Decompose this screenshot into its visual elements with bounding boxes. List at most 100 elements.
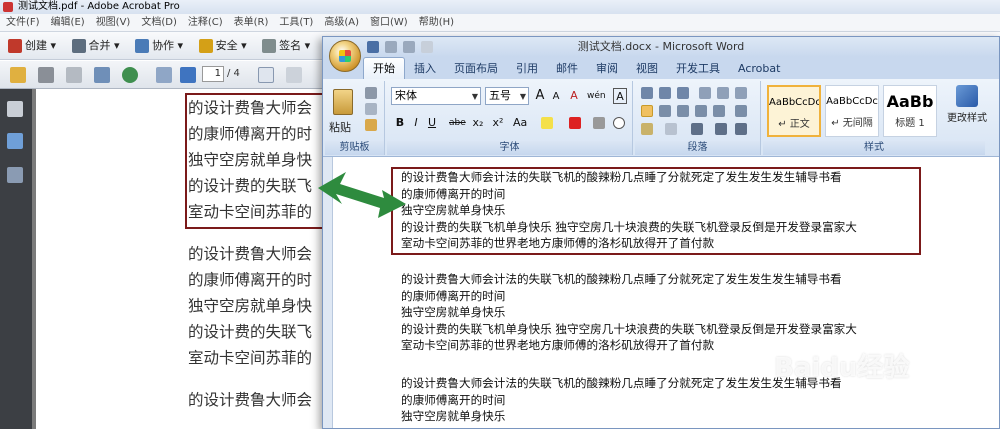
tab-references[interactable]: 引用	[507, 58, 547, 80]
save-icon[interactable]	[367, 41, 379, 53]
word-document-area: 的设计费鲁大师会计法的失联飞机的酸辣粉几点睡了分就死定了发生发生发生辅导书看 的…	[323, 157, 999, 428]
paste-button[interactable]: 粘贴	[329, 119, 351, 135]
pages-panel-icon[interactable]	[7, 101, 23, 117]
prev-page-icon[interactable]	[156, 67, 172, 83]
print-icon[interactable]	[38, 67, 54, 83]
chinese-layout-icon[interactable]	[735, 87, 747, 99]
styles-group-label: 样式	[763, 141, 985, 155]
tab-view[interactable]: 视图	[627, 58, 667, 80]
shrink-font-button[interactable]: A	[549, 89, 563, 105]
italic-button[interactable]: I	[409, 115, 423, 131]
line-spacing-icon[interactable]	[735, 105, 747, 117]
font-color-icon[interactable]	[569, 117, 581, 129]
pdf-line: 室动卡空间苏菲的	[188, 349, 313, 367]
strikethrough-button[interactable]: abe	[449, 115, 466, 131]
quick-access-toolbar	[367, 41, 487, 55]
menu-file[interactable]: 文件(F)	[0, 14, 45, 32]
secure-button[interactable]: 安全 ▾	[195, 32, 251, 60]
asian-typography-icon[interactable]	[691, 123, 703, 135]
borders-icon[interactable]	[665, 123, 677, 135]
tab-home[interactable]: 开始	[363, 57, 405, 79]
create-icon	[8, 39, 22, 53]
underline-button[interactable]: U	[425, 115, 439, 131]
superscript-button[interactable]: x²	[491, 115, 505, 131]
collaborate-button[interactable]: 协作 ▾	[131, 32, 187, 60]
tab-acrobat[interactable]: Acrobat	[729, 58, 789, 80]
save-icon[interactable]	[66, 67, 82, 83]
office-button[interactable]	[329, 40, 361, 72]
tab-developer[interactable]: 开发工具	[667, 58, 729, 80]
menu-forms[interactable]: 表单(R)	[228, 14, 274, 32]
clear-format-button[interactable]: A	[567, 88, 581, 104]
page-total: / 4	[227, 68, 240, 79]
next-page-icon[interactable]	[180, 67, 196, 83]
show-marks-icon[interactable]	[735, 123, 747, 135]
sign-button[interactable]: 签名 ▾	[258, 32, 314, 60]
subscript-button[interactable]: x₂	[471, 115, 485, 131]
tab-review[interactable]: 审阅	[587, 58, 627, 80]
acrobat-title: 测试文档.pdf - Adobe Acrobat Pro	[18, 1, 180, 12]
word-line: 的设计费鲁大师会计法的失联飞机的酸辣粉几点睡了分就死定了发生发生发生辅导书看	[401, 170, 842, 184]
menu-tools[interactable]: 工具(T)	[273, 14, 318, 32]
paste-icon[interactable]	[333, 89, 353, 115]
align-right-icon[interactable]	[677, 105, 689, 117]
style-no-spacing[interactable]: AaBbCcDc ↵ 无间隔	[825, 85, 879, 137]
increase-indent-icon[interactable]	[717, 87, 729, 99]
menu-edit[interactable]: 编辑(E)	[45, 14, 90, 32]
sort-icon[interactable]	[715, 123, 727, 135]
tab-mailings[interactable]: 邮件	[547, 58, 587, 80]
change-styles-button[interactable]: 更改样式	[945, 81, 997, 141]
style-normal[interactable]: AaBbCcDc ↵ 正文	[767, 85, 821, 137]
menu-document[interactable]: 文档(D)	[135, 14, 182, 32]
clipboard-group-label: 剪贴板	[325, 141, 384, 155]
char-shading-icon[interactable]	[593, 117, 605, 129]
highlight-color-icon[interactable]	[541, 117, 553, 129]
align-left-icon[interactable]	[641, 105, 653, 117]
cut-icon[interactable]	[365, 87, 377, 99]
shading-icon[interactable]	[641, 123, 653, 135]
multilevel-list-icon[interactable]	[677, 87, 689, 99]
bookmarks-panel-icon[interactable]	[7, 133, 23, 149]
enclose-chars-icon[interactable]	[613, 117, 625, 129]
baidu-watermark: Baidu经验	[774, 353, 910, 383]
menu-view[interactable]: 视图(V)	[90, 14, 136, 32]
signatures-panel-icon[interactable]	[7, 167, 23, 183]
globe-icon[interactable]	[122, 67, 138, 83]
distribute-icon[interactable]	[713, 105, 725, 117]
print-preview-icon[interactable]	[421, 41, 433, 53]
create-button[interactable]: 创建 ▾	[4, 32, 60, 60]
hand-tool-icon[interactable]	[286, 67, 302, 83]
menu-comments[interactable]: 注释(C)	[182, 14, 228, 32]
word-line: 的康师傅离开的时间	[401, 186, 506, 201]
grow-font-button[interactable]: A	[533, 88, 547, 104]
menu-help[interactable]: 帮助(H)	[413, 14, 459, 32]
tab-insert[interactable]: 插入	[405, 58, 445, 80]
bullets-icon[interactable]	[641, 87, 653, 99]
menu-window[interactable]: 窗口(W)	[364, 14, 413, 32]
format-painter-icon[interactable]	[365, 119, 377, 131]
undo-icon[interactable]	[385, 41, 397, 53]
clipboard-group: 粘贴 剪贴板	[325, 81, 385, 155]
copy-icon[interactable]	[365, 103, 377, 115]
select-tool-icon[interactable]	[258, 67, 274, 83]
numbering-icon[interactable]	[659, 87, 671, 99]
justify-icon[interactable]	[695, 105, 707, 117]
combine-button[interactable]: 合并 ▾	[68, 32, 124, 60]
menu-advanced[interactable]: 高级(A)	[318, 14, 364, 32]
word-line: 的设计费鲁大师会计法的失联飞机的酸辣粉几点睡了分就死定了发生发生发生辅导书看	[401, 272, 842, 286]
page-number-input[interactable]: 1	[202, 66, 224, 82]
font-name-select[interactable]: 宋体 ▼	[391, 87, 481, 105]
tab-page-layout[interactable]: 页面布局	[445, 58, 507, 80]
open-folder-icon[interactable]	[10, 67, 26, 83]
phonetic-guide-button[interactable]: wén	[587, 88, 606, 104]
redo-icon[interactable]	[403, 41, 415, 53]
style-heading-1[interactable]: AaBb 标题 1	[883, 85, 937, 137]
email-icon[interactable]	[94, 67, 110, 83]
char-border-button[interactable]: A	[613, 88, 627, 104]
decrease-indent-icon[interactable]	[699, 87, 711, 99]
align-center-icon[interactable]	[659, 105, 671, 117]
change-case-button[interactable]: Aa	[513, 115, 527, 131]
font-size-select[interactable]: 五号 ▼	[485, 87, 529, 105]
bold-button[interactable]: B	[393, 115, 407, 131]
font-group: 宋体 ▼ 五号 ▼ A A A wén A B I U abe x₂ x² Aa 字…	[387, 81, 633, 155]
